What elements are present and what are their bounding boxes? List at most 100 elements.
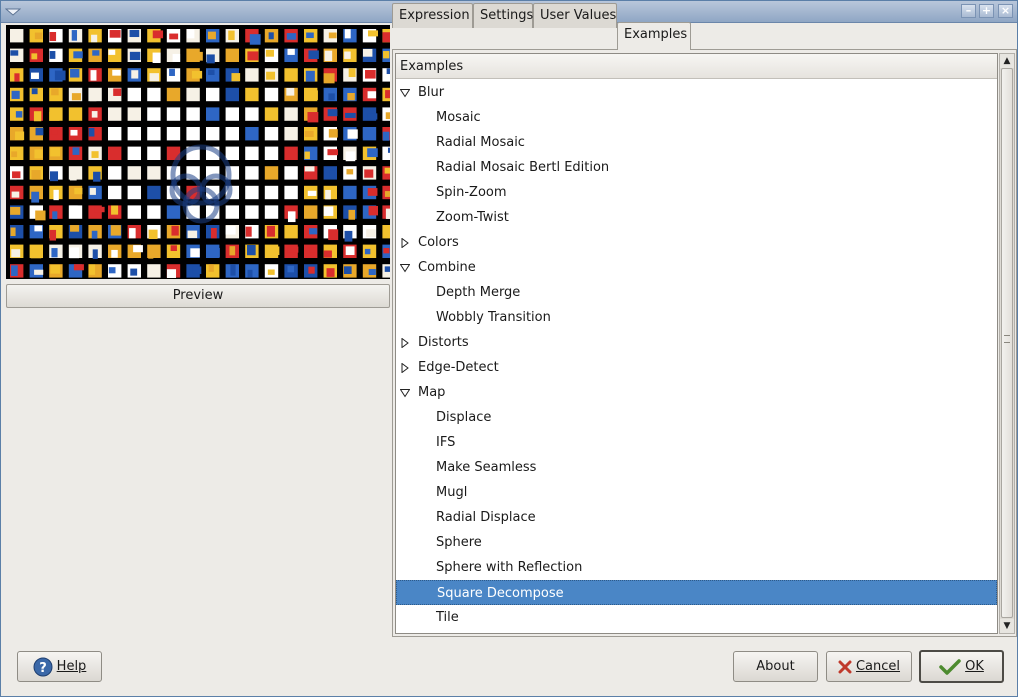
mosaic-tile [147, 205, 161, 219]
tree-example-row[interactable]: Wobbly Transition [396, 305, 997, 330]
mosaic-tile [382, 244, 390, 258]
mosaic-tile [68, 48, 83, 62]
svg-text:?: ? [39, 661, 47, 676]
tree-example-row[interactable]: Square Decompose [396, 580, 997, 605]
mosaic-tile [206, 87, 220, 102]
mosaic-tile [245, 225, 259, 239]
tree-example-row[interactable]: Depth Merge [396, 280, 997, 305]
tree-example-row[interactable]: Displace [396, 405, 997, 430]
mosaic-tile [166, 87, 181, 102]
maximize-button[interactable]: + [979, 4, 994, 18]
help-icon: ? [33, 657, 53, 676]
tree-example-row[interactable]: Mugl [396, 480, 997, 505]
mosaic-tile [382, 107, 390, 121]
mosaic-tile [225, 68, 241, 82]
tree-example-row[interactable]: Sphere [396, 530, 997, 555]
mosaic-tile [147, 185, 161, 200]
tab-expression[interactable]: Expression [392, 3, 473, 28]
mosaic-tile [323, 87, 337, 102]
expander-collapsed-icon[interactable] [400, 363, 410, 373]
mosaic-tile [264, 127, 279, 141]
mosaic-tile [343, 127, 358, 141]
tree-example-row[interactable]: Radial Mosaic Bertl Edition [396, 155, 997, 180]
mosaic-tile [382, 185, 390, 200]
mosaic-tile [10, 68, 24, 82]
mosaic-tile [382, 48, 390, 62]
mosaic-tile [225, 146, 239, 160]
mosaic-tile [166, 205, 181, 219]
tab-user-values[interactable]: User Values [533, 3, 617, 28]
tree-example-row[interactable]: Sphere with Reflection [396, 555, 997, 580]
mosaic-tile [147, 127, 161, 141]
mosaic-tile [186, 264, 202, 278]
mosaic-tile [245, 264, 259, 278]
mosaic-tile [304, 127, 318, 141]
mosaic-tile [362, 29, 379, 43]
scroll-down-icon[interactable]: ▼ [1000, 619, 1014, 633]
preview-button[interactable]: Preview [6, 284, 390, 308]
mosaic-tile [304, 107, 319, 123]
mosaic-tile [10, 264, 24, 278]
preview-image [6, 25, 390, 279]
mosaic-tile [304, 68, 318, 82]
grip-icon [1004, 335, 1010, 343]
tree-example-row[interactable]: Radial Mosaic [396, 130, 997, 155]
tree-example-row[interactable]: IFS [396, 430, 997, 455]
tree-example-row[interactable]: Radial Displace [396, 505, 997, 530]
mosaic-tile [108, 146, 122, 160]
mosaic-tile [206, 48, 220, 64]
vertical-scrollbar[interactable]: ▲ ▼ [999, 53, 1015, 634]
examples-tree[interactable]: Examples Blur Mosaic Radial Mosaic Radial M… [395, 53, 998, 634]
mosaic-tile [245, 166, 259, 180]
tree-row-label: Make Seamless [436, 460, 537, 475]
cancel-button[interactable]: Cancel [826, 651, 912, 682]
mosaic-tile [166, 48, 181, 62]
mosaic-tile [343, 166, 357, 180]
mosaic-tile [10, 205, 24, 219]
scrollbar-thumb[interactable] [1001, 68, 1013, 618]
tree-example-row[interactable]: Make Seamless [396, 455, 997, 480]
tree-category-row[interactable]: Edge-Detect [396, 355, 997, 380]
close-button[interactable]: × [998, 4, 1013, 18]
mosaic-tile [362, 185, 378, 200]
mosaic-tile [186, 68, 203, 82]
mosaic-tile [323, 68, 337, 84]
help-button[interactable]: ? Help [17, 651, 102, 682]
mosaic-tile [264, 264, 279, 278]
expander-expanded-icon[interactable] [400, 388, 410, 398]
mosaic-tile [49, 264, 63, 278]
mosaic-tile [206, 68, 220, 82]
scroll-up-icon[interactable]: ▲ [1000, 54, 1014, 68]
expander-expanded-icon[interactable] [400, 263, 410, 273]
tree-category-row[interactable]: Colors [396, 230, 997, 255]
expander-expanded-icon[interactable] [400, 88, 410, 98]
tree-category-row[interactable]: Distorts [396, 330, 997, 355]
examples-column-header[interactable]: Examples [396, 54, 997, 79]
expander-collapsed-icon[interactable] [400, 338, 410, 348]
cancel-label: Cancel [855, 659, 901, 674]
mosaic-tile [264, 29, 279, 43]
mosaic-tile [186, 107, 200, 121]
tab-examples[interactable]: Examples [617, 22, 691, 50]
mosaic-tile [88, 48, 102, 62]
mosaic-tile [166, 264, 181, 278]
mosaic-tile [284, 264, 298, 278]
mosaic-tile [304, 146, 318, 160]
minimize-button[interactable]: – [961, 4, 976, 18]
tree-category-row[interactable]: Map [396, 380, 997, 405]
tree-example-row[interactable]: Mosaic [396, 105, 997, 130]
mosaic-tile [304, 29, 318, 43]
mosaic-tile [304, 166, 318, 180]
mosaic-tile [284, 185, 298, 200]
mosaic-tile [127, 205, 141, 219]
about-button[interactable]: About [733, 651, 818, 682]
cancel-icon [838, 660, 852, 673]
expander-collapsed-icon[interactable] [400, 238, 410, 248]
tree-category-row[interactable]: Combine [396, 255, 997, 280]
tree-example-row[interactable]: Spin-Zoom [396, 180, 997, 205]
ok-button[interactable]: OK [919, 650, 1004, 683]
tab-settings[interactable]: Settings [473, 3, 533, 28]
tree-example-row[interactable]: Tile [396, 605, 997, 630]
tree-category-row[interactable]: Blur [396, 80, 997, 105]
tree-example-row[interactable]: Zoom-Twist [396, 205, 997, 230]
